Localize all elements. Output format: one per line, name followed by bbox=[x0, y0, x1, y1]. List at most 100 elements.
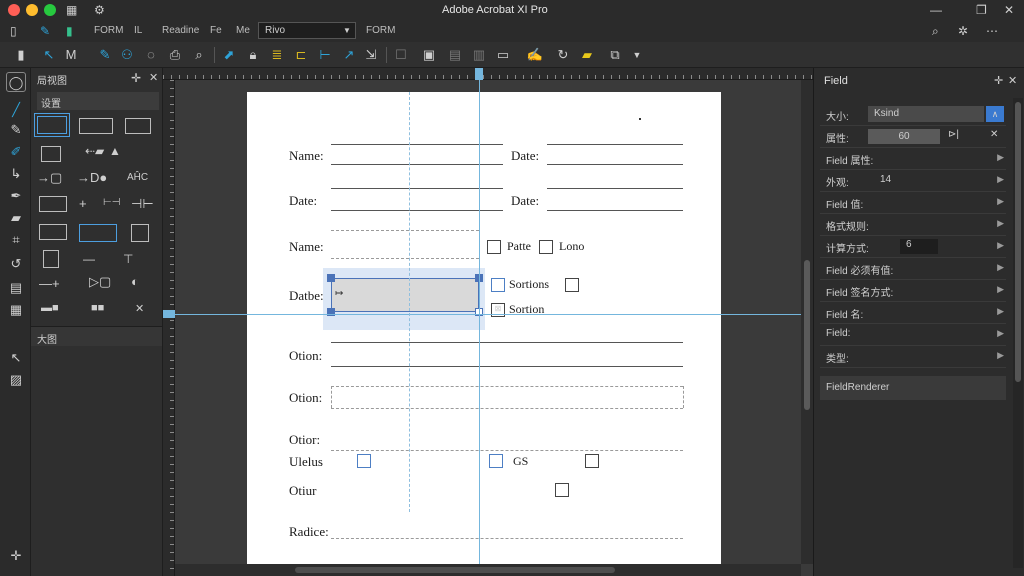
prop-row[interactable]: 计算方式: 6 ▶ bbox=[820, 236, 1006, 258]
close-icon[interactable]: ✕ bbox=[1004, 2, 1014, 18]
date-field-3-top[interactable] bbox=[547, 188, 683, 189]
radio-tool-icon[interactable]: ▣ bbox=[420, 46, 438, 64]
refresh-icon[interactable]: ↻ bbox=[554, 46, 572, 64]
name-field[interactable] bbox=[331, 164, 503, 165]
globe-icon[interactable]: ◐ bbox=[131, 274, 139, 289]
size-input[interactable]: Ksind bbox=[868, 106, 984, 122]
hand-icon[interactable]: ▮ bbox=[12, 46, 30, 64]
sortions-checkbox[interactable] bbox=[491, 278, 505, 292]
prop-row-size[interactable]: 大小: Ksind ∧ bbox=[820, 104, 1006, 126]
clipboard-icon[interactable]: ▨ bbox=[6, 370, 26, 390]
radice-field[interactable] bbox=[331, 538, 683, 539]
stamp-icon[interactable]: ◌ bbox=[142, 46, 160, 64]
document-icon[interactable]: ▯ bbox=[10, 23, 17, 39]
wide-rectangle-shape[interactable] bbox=[79, 118, 113, 134]
more-icon[interactable]: ⋯ bbox=[986, 23, 998, 39]
prop-row-attr[interactable]: 属性: 60 ⊳| ✕ bbox=[820, 126, 1006, 148]
chevron-up-icon[interactable]: ∧ bbox=[986, 106, 1004, 122]
small-rectangle-shape[interactable] bbox=[41, 146, 61, 162]
cross-icon[interactable]: ✕ bbox=[135, 302, 144, 315]
button-tool-icon[interactable]: ▭ bbox=[494, 46, 512, 64]
close-window-button[interactable] bbox=[8, 4, 20, 16]
gs-checkbox[interactable] bbox=[489, 454, 503, 468]
grid-icon[interactable]: ▦ bbox=[66, 2, 77, 18]
minus-icon[interactable]: — bbox=[930, 2, 942, 18]
date-field-1[interactable] bbox=[547, 164, 683, 165]
pin-icon[interactable]: ✛ bbox=[131, 71, 141, 85]
lock-icon[interactable]: 🔒︎ bbox=[244, 46, 262, 64]
checkbox-tool-icon[interactable]: ☐ bbox=[392, 46, 410, 64]
combo-tool-icon[interactable]: ▥ bbox=[470, 46, 488, 64]
print-icon[interactable]: ⎙ bbox=[166, 46, 184, 64]
sun-icon[interactable]: ✲ bbox=[958, 23, 968, 39]
rotate-icon[interactable]: ↺ bbox=[6, 254, 26, 274]
prop-row[interactable]: 格式规则: ▶ bbox=[820, 214, 1006, 236]
sortions-checkbox-2[interactable] bbox=[565, 278, 579, 292]
pointer-icon[interactable]: ⬈ bbox=[220, 46, 238, 64]
horizontal-scroll-thumb[interactable] bbox=[295, 567, 615, 573]
otion-field-1-top[interactable] bbox=[331, 342, 683, 343]
lono-checkbox[interactable] bbox=[539, 240, 553, 254]
align-tool-icon[interactable]: ■■ bbox=[91, 302, 104, 314]
resize-handle[interactable] bbox=[327, 274, 335, 282]
prop-row[interactable]: 类型: ▶ bbox=[820, 346, 1006, 368]
prop-row[interactable]: Field 值: ▶ bbox=[820, 192, 1006, 214]
date-field-3[interactable] bbox=[547, 210, 683, 211]
vertical-ruler[interactable] bbox=[163, 80, 175, 576]
panel-scroll-thumb[interactable] bbox=[1015, 102, 1021, 382]
book-shape[interactable] bbox=[125, 118, 151, 134]
eyedropper-icon[interactable]: ✐ bbox=[6, 142, 26, 162]
close-panel-icon[interactable]: ✕ bbox=[1008, 74, 1017, 87]
zoom-icon[interactable]: ⌕ bbox=[190, 46, 208, 64]
pencil-icon[interactable]: ✎ bbox=[6, 120, 26, 140]
panel-scrollbar[interactable] bbox=[1013, 98, 1023, 568]
distribute-icon[interactable]: ⊢ bbox=[316, 46, 334, 64]
prop-row[interactable]: 外观: 14 ▶ bbox=[820, 170, 1006, 192]
prop-row[interactable]: Field 签名方式: ▶ bbox=[820, 280, 1006, 302]
name-field-2-top[interactable] bbox=[331, 230, 479, 231]
date-field-1-top[interactable] bbox=[547, 144, 683, 145]
crosshair-icon[interactable]: ✛ bbox=[6, 546, 26, 566]
vertical-scrollbar[interactable] bbox=[801, 80, 813, 564]
ruler-marker-h[interactable] bbox=[475, 68, 483, 80]
zoom-window-button[interactable] bbox=[44, 4, 56, 16]
prop-row-selected[interactable]: FieldRenderer bbox=[820, 376, 1006, 400]
section-header[interactable]: 大图 bbox=[31, 326, 162, 346]
arrow-icon[interactable]: ↗ bbox=[340, 46, 358, 64]
plus-line-icon[interactable]: —+ bbox=[39, 276, 60, 291]
menu-item-form[interactable]: FORM bbox=[94, 24, 123, 38]
horizontal-ruler[interactable] bbox=[163, 68, 813, 80]
otion-field-1[interactable] bbox=[331, 366, 683, 367]
close-icon[interactable]: ✕ bbox=[990, 129, 998, 140]
arrow-left-icon[interactable]: ⇠▰ bbox=[85, 144, 104, 158]
rounded-rectangle-shape[interactable] bbox=[39, 196, 67, 212]
split-icon[interactable]: ⊤ bbox=[123, 252, 133, 266]
plus-icon[interactable]: + bbox=[79, 196, 87, 211]
menu-item-me[interactable]: Me bbox=[236, 24, 250, 38]
prop-value[interactable]: 6 bbox=[900, 239, 938, 254]
link-icon[interactable]: ⚇ bbox=[118, 46, 136, 64]
menu-item-readine[interactable]: Readine bbox=[162, 24, 199, 38]
prop-row[interactable]: Field 必须有值: ▶ bbox=[820, 258, 1006, 280]
path-icon[interactable]: ↳ bbox=[6, 164, 26, 184]
menu-item-fe[interactable]: Fe bbox=[210, 24, 222, 38]
line-icon[interactable]: ╱ bbox=[6, 100, 26, 120]
align-v-icon[interactable]: ⊣⊢ bbox=[131, 196, 154, 212]
prop-row[interactable]: Field: ▶ bbox=[820, 324, 1006, 346]
text-label-icon[interactable]: AĤC bbox=[127, 172, 148, 183]
horizontal-guide[interactable] bbox=[175, 314, 801, 315]
edit-icon[interactable]: ✎ bbox=[96, 46, 114, 64]
attr-input[interactable]: 60 bbox=[868, 129, 940, 144]
close-panel-icon[interactable]: ✕ bbox=[149, 71, 158, 84]
date-field-2[interactable] bbox=[331, 210, 503, 211]
horizontal-scrollbar[interactable] bbox=[175, 564, 801, 576]
tools-icon[interactable]: ✎ bbox=[40, 23, 50, 39]
text-field-icon[interactable]: M bbox=[62, 46, 80, 64]
cursor-icon[interactable]: ↖ bbox=[6, 348, 26, 368]
menu-item-form-2[interactable]: FORM bbox=[366, 24, 395, 38]
document-shape[interactable] bbox=[43, 250, 59, 268]
frame-shape[interactable] bbox=[39, 224, 67, 240]
restore-icon[interactable]: ❐ bbox=[976, 2, 987, 18]
form-page[interactable]: Name: Date: Date: Date: Name: Patte Lono… bbox=[247, 92, 721, 568]
resize-icon[interactable]: ⇲ bbox=[362, 46, 380, 64]
